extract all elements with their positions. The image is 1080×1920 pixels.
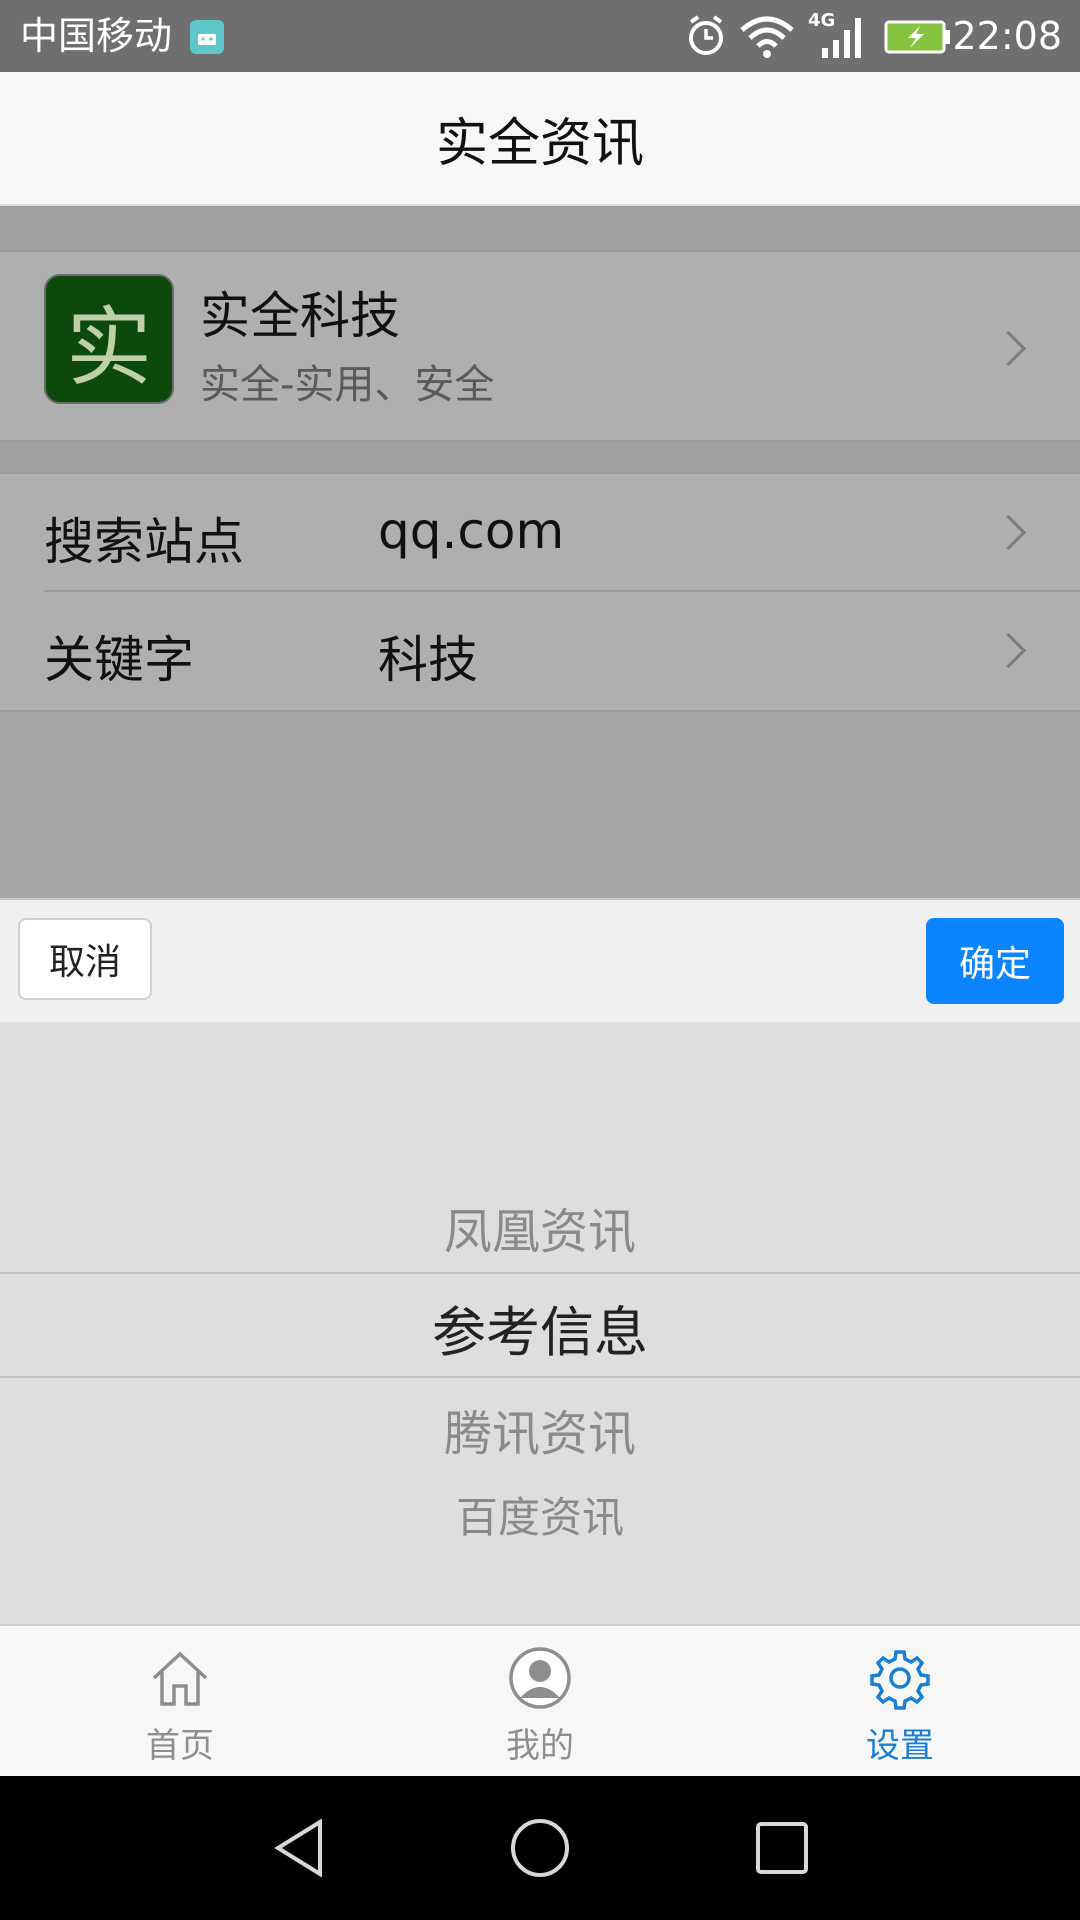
source-picker[interactable]: 凤凰资讯 参考信息 腾讯资讯 百度资讯	[0, 1022, 1080, 1624]
settings-content: 实 实全科技 实全-实用、安全 搜索站点 qq.com 关键字 科技	[0, 206, 1080, 898]
carrier-name: 中国移动	[20, 14, 173, 58]
bottom-tab-bar: 首页 我的 设置	[0, 1624, 1080, 1778]
settings-row-keyword[interactable]: 关键字 科技	[0, 592, 1080, 708]
system-nav-bar	[0, 1776, 1080, 1920]
chevron-right-icon	[990, 330, 1027, 367]
home-nav-icon[interactable]	[508, 1816, 572, 1880]
picker-selection-top-line	[0, 1272, 1080, 1274]
tab-settings[interactable]: 设置	[720, 1626, 1080, 1778]
picker-option[interactable]: 百度资讯	[0, 1484, 1080, 1545]
row-label: 关键字	[44, 631, 194, 689]
search-settings-group: 搜索站点 qq.com 关键字 科技	[0, 472, 1080, 712]
gear-icon	[870, 1650, 930, 1710]
section-gap	[0, 442, 1080, 472]
alarm-icon	[689, 15, 723, 55]
back-icon[interactable]	[270, 1816, 330, 1880]
clock-time: 22:08	[952, 14, 1062, 58]
tab-label: 设置	[866, 1726, 934, 1766]
row-value: qq.com	[378, 502, 565, 560]
app-header: 实全资讯	[0, 72, 1080, 206]
confirm-button[interactable]: 确定	[926, 918, 1064, 1004]
chevron-right-icon	[990, 514, 1027, 551]
user-icon	[509, 1647, 571, 1709]
home-icon	[152, 1651, 208, 1706]
row-label: 搜索站点	[44, 513, 244, 571]
tab-label: 我的	[506, 1726, 574, 1766]
cancel-button[interactable]: 取消	[18, 918, 152, 1000]
tab-mine[interactable]: 我的	[360, 1626, 720, 1778]
picker-toolbar: 取消 确定	[0, 898, 1080, 1024]
page-title: 实全资讯	[435, 113, 644, 174]
tab-label: 首页	[146, 1726, 214, 1766]
picker-option-selected[interactable]: 参考信息	[0, 1288, 1080, 1367]
status-bar: 中国移动 4G 22:08	[0, 0, 1080, 72]
company-logo: 实	[44, 274, 174, 404]
android-debug-icon	[190, 20, 224, 54]
chevron-right-icon	[990, 632, 1027, 669]
company-slogan: 实全-实用、安全	[200, 362, 495, 408]
picker-option[interactable]: 凤凰资讯	[0, 1192, 1080, 1262]
settings-row-search-site[interactable]: 搜索站点 qq.com	[0, 474, 1080, 590]
section-gap	[0, 206, 1080, 250]
tab-home[interactable]: 首页	[0, 1626, 360, 1778]
row-value: 科技	[378, 631, 478, 689]
recent-apps-icon[interactable]	[750, 1816, 814, 1880]
company-card[interactable]: 实 实全科技 实全-实用、安全	[0, 250, 1080, 442]
picker-selection-bottom-line	[0, 1376, 1080, 1378]
battery-icon	[884, 20, 950, 54]
wifi-icon	[740, 16, 794, 58]
picker-option[interactable]: 腾讯资讯	[0, 1394, 1080, 1464]
company-name: 实全科技	[200, 287, 400, 345]
signal-icon	[822, 18, 861, 58]
